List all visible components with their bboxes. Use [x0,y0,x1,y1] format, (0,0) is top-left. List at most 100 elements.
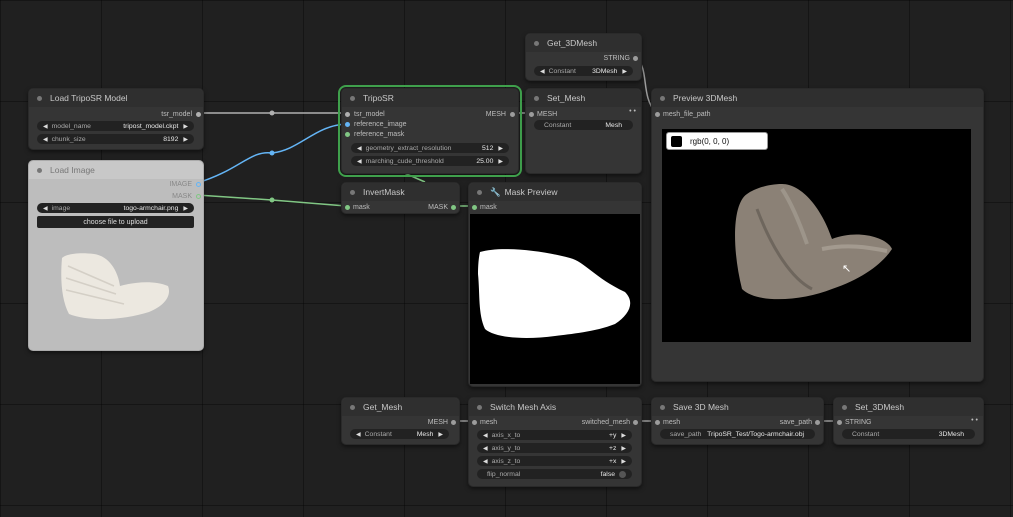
node-set-mesh[interactable]: Set_Mesh MESH • • Constant Mesh [525,88,642,174]
axis-z-widget[interactable]: ◀ axis_z_to +x ▶ [477,456,632,466]
input-label: reference_mask [354,131,405,138]
output-slot[interactable] [196,194,201,199]
dot-icon [350,95,355,101]
node-title: Mask Preview [504,187,558,197]
output-label: tsr_model [161,111,192,118]
constant-widget[interactable]: Constant Mesh [534,120,633,130]
dot-icon [660,404,665,410]
input-label: mesh [480,419,498,426]
input-label: mask [353,204,370,211]
input-label: mesh_file_path [663,111,711,118]
input-label: MESH [537,111,558,118]
node-title: Save 3D Mesh [673,402,729,412]
input-label: reference_image [354,121,407,128]
color-tooltip: rgb(0, 0, 0) [666,132,768,150]
input-slot[interactable] [345,112,350,117]
node-title: InvertMask [363,187,405,197]
node-triposr[interactable]: TripoSR tsr_model reference_image refere… [338,85,522,177]
dots-icon: • • [629,108,636,115]
dot-icon [842,404,847,410]
3d-viewport[interactable]: rgb(0, 0, 0) ↖ [662,129,971,342]
axis-x-widget[interactable]: ◀ axis_x_to +y ▶ [477,430,632,440]
output-label: switched_mesh [581,419,630,426]
output-slot[interactable] [815,420,820,425]
threshold-widget[interactable]: ◀ marching_cude_threshold 25.00 ▶ [351,156,509,166]
wrench-icon: 🔧 [490,186,501,197]
node-save-3d-mesh[interactable]: Save 3D Mesh mesh save_path save_path Tri… [651,397,824,445]
output-label: save_path [779,419,812,426]
dot-icon [37,167,42,173]
node-title: Load TripoSR Model [50,93,128,103]
node-load-triposr-model[interactable]: Load TripoSR Model tsr_model ◀ model_name… [28,88,204,150]
output-slot[interactable] [510,112,515,117]
resolution-widget[interactable]: ◀ geometry_extract_resolution 512 ▶ [351,143,509,153]
node-title: Switch Mesh Axis [490,402,557,412]
mask-image [470,214,640,384]
output-slot[interactable] [633,420,638,425]
chunk-size-widget[interactable]: ◀ chunk_size 8192 ▶ [37,134,194,144]
input-label: tsr_model [354,111,385,118]
input-label: STRING [845,419,872,426]
constant-widget[interactable]: ◀ Constant Mesh ▶ [350,429,449,439]
node-title: Get_3DMesh [547,38,598,48]
input-slot[interactable] [837,420,842,425]
node-title: Set_Mesh [547,93,586,103]
input-slot[interactable] [472,420,477,425]
input-label: mask [480,204,497,211]
axis-y-widget[interactable]: ◀ axis_y_to +z ▶ [477,443,632,453]
constant-widget[interactable]: ◀ Constant 3DMesh ▶ [534,66,633,76]
node-get-mesh[interactable]: Get_Mesh MESH ◀ Constant Mesh ▶ [341,397,460,445]
output-label: MESH [427,419,448,426]
armchair-thumbnail [61,253,170,320]
output-slot[interactable] [633,56,638,61]
input-slot[interactable] [655,112,660,117]
dot-icon [350,404,355,410]
output-slot[interactable] [451,205,456,210]
output-label: IMAGE [169,181,192,188]
node-title: Set_3DMesh [855,402,905,412]
input-slot[interactable] [472,205,477,210]
output-label: STRING [603,55,630,62]
input-label: mesh [663,419,681,426]
flip-normal-toggle[interactable]: flip_normal false [477,469,632,479]
output-label: MASK [428,204,448,211]
input-slot[interactable] [655,420,660,425]
toggle-knob-icon [619,470,626,478]
node-mask-preview[interactable]: 🔧 Mask Preview mask [468,182,642,387]
dot-icon [477,404,482,410]
output-slot[interactable] [451,420,456,425]
node-title: TripoSR [363,93,394,103]
dots-icon: • • [971,417,978,424]
color-swatch [671,135,682,147]
node-title: Load Image [50,165,95,175]
input-slot[interactable] [345,132,350,137]
dot-icon [534,40,539,46]
image-widget[interactable]: ◀ image togo-armchair.png ▶ [37,203,194,213]
armchair-3d-render [735,184,892,300]
node-load-image[interactable]: Load Image IMAGE MASK ◀ image togo-armchai… [28,160,204,351]
node-get-3dmesh[interactable]: Get_3DMesh STRING ◀ Constant 3DMesh ▶ [525,33,642,81]
constant-widget[interactable]: Constant 3DMesh [842,429,975,439]
node-title: Get_Mesh [363,402,403,412]
output-label: MASK [172,193,192,200]
dot-icon [534,95,539,101]
output-slot[interactable] [196,112,201,117]
input-slot[interactable] [345,122,350,127]
output-label: MESH [485,111,506,118]
node-preview-3dmesh[interactable]: Preview 3DMesh mesh_file_path rgb(0, 0, … [651,88,984,382]
node-switch-mesh-axis[interactable]: Switch Mesh Axis mesh switched_mesh ◀ axi… [468,397,642,487]
cursor-icon: ↖ [842,263,852,275]
dot-icon [37,95,42,101]
dot-icon [477,189,482,195]
node-set-3dmesh[interactable]: Set_3DMesh STRING • • Constant 3DMesh [833,397,984,445]
upload-button[interactable]: choose file to upload [37,216,194,228]
dot-icon [350,189,355,195]
model-name-widget[interactable]: ◀ model_name tripost_model.ckpt ▶ [37,121,194,131]
output-slot[interactable] [196,182,201,187]
dot-icon [660,95,665,101]
node-title: Preview 3DMesh [673,93,738,103]
input-slot[interactable] [529,112,534,117]
node-invertmask[interactable]: InvertMask mask MASK [341,182,460,214]
input-slot[interactable] [345,205,350,210]
save-path-widget[interactable]: save_path TripoSR_Test/Togo-armchair.obj [660,429,815,439]
